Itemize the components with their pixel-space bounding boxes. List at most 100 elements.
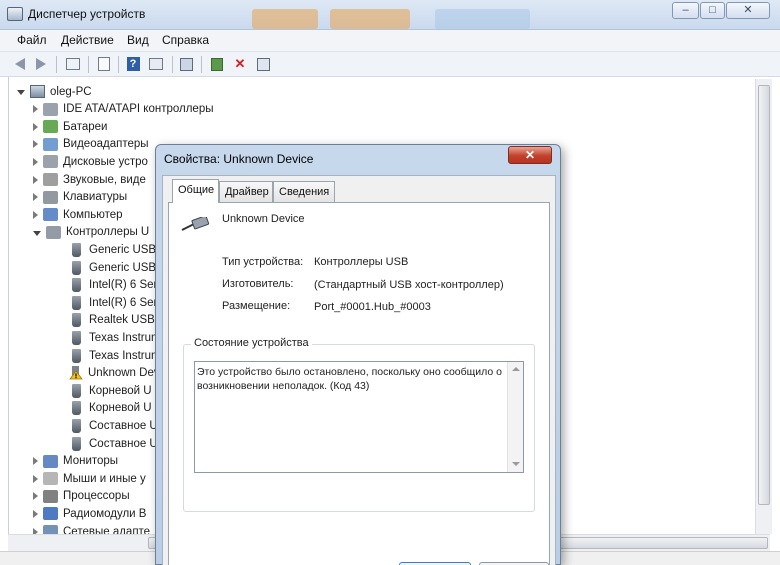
tab-general[interactable]: Общие bbox=[172, 179, 219, 203]
usb-device-icon bbox=[180, 215, 210, 233]
warning-icon bbox=[69, 366, 83, 380]
computer-icon bbox=[30, 85, 45, 98]
dialog-body: Общие Драйвер Сведения Unknown Device Ти… bbox=[162, 175, 556, 565]
tree-device[interactable]: Generic USB bbox=[69, 259, 156, 276]
tree-device[interactable]: Корневой U bbox=[69, 400, 152, 417]
tree-device[interactable]: Intel(R) 6 Seri bbox=[69, 277, 160, 294]
tree-device[interactable]: Unknown Dev bbox=[69, 365, 160, 382]
background-taskbar-blur bbox=[252, 9, 318, 29]
tree-category-label: Контроллеры U bbox=[66, 226, 150, 239]
back-arrow-icon[interactable] bbox=[12, 56, 28, 72]
device-name: Unknown Device bbox=[222, 213, 305, 225]
tree-category[interactable]: IDE ATA/ATAPI контроллеры bbox=[33, 101, 214, 118]
tree-device-label: Texas Instrum bbox=[89, 331, 161, 344]
tree-root[interactable]: oleg-PC bbox=[17, 83, 92, 100]
tab-driver[interactable]: Драйвер bbox=[219, 181, 273, 202]
tree-category[interactable]: Батареи bbox=[33, 118, 107, 135]
scroll-up-icon[interactable] bbox=[512, 367, 520, 371]
battery-icon bbox=[43, 120, 58, 134]
tree-category[interactable]: Радиомодули B bbox=[33, 505, 146, 522]
processor-icon bbox=[43, 489, 58, 503]
view-icon[interactable] bbox=[148, 56, 164, 72]
menu-view[interactable]: Вид bbox=[127, 33, 149, 47]
toolbar-separator bbox=[118, 56, 119, 73]
expand-arrow-icon[interactable] bbox=[33, 105, 38, 114]
uninstall-icon[interactable]: ✕ bbox=[232, 56, 248, 72]
expand-arrow-icon[interactable] bbox=[33, 210, 38, 219]
menu-action[interactable]: Действие bbox=[61, 33, 114, 47]
background-taskbar-blur-2 bbox=[330, 9, 410, 29]
tree-root-label: oleg-PC bbox=[50, 85, 92, 98]
tree-device[interactable]: Составное U bbox=[69, 435, 158, 452]
tree-device-label: Intel(R) 6 Seri bbox=[89, 296, 160, 309]
tree-device[interactable]: Realtek USB bbox=[69, 312, 155, 329]
show-hide-tree-icon[interactable] bbox=[65, 56, 81, 72]
disable-device-icon[interactable] bbox=[255, 56, 271, 72]
vertical-scroll-thumb[interactable] bbox=[758, 85, 770, 505]
tree-device[interactable]: Составное U bbox=[69, 417, 158, 434]
tree-category[interactable]: Дисковые устро bbox=[33, 153, 148, 170]
menu-help[interactable]: Справка bbox=[162, 33, 209, 47]
properties-dialog: Свойства: Unknown Device ✕ Общие Драйвер… bbox=[155, 144, 561, 565]
minimize-button[interactable]: – bbox=[672, 2, 699, 19]
scan-hardware-icon[interactable] bbox=[178, 56, 194, 72]
tree-category-label: IDE ATA/ATAPI контроллеры bbox=[63, 103, 214, 116]
tree-category-label: Мониторы bbox=[63, 455, 119, 468]
tree-device-label: Составное U bbox=[89, 419, 158, 432]
tree-category[interactable]: Мониторы bbox=[33, 453, 118, 470]
toolbar-separator bbox=[201, 56, 202, 73]
vertical-scrollbar[interactable] bbox=[755, 79, 772, 534]
expand-arrow-icon[interactable] bbox=[17, 90, 25, 95]
expand-arrow-icon[interactable] bbox=[33, 122, 38, 131]
tree-device[interactable]: Intel(R) 6 Seri bbox=[69, 294, 160, 311]
expand-arrow-icon[interactable] bbox=[33, 457, 38, 466]
tree-device[interactable]: Texas Instrum bbox=[69, 329, 161, 346]
usb-device-icon bbox=[72, 313, 81, 328]
device-type-value: Контроллеры USB bbox=[314, 256, 409, 268]
expand-arrow-icon[interactable] bbox=[33, 509, 38, 518]
tree-device-label: Корневой U bbox=[89, 402, 152, 415]
tree-category[interactable]: Компьютер bbox=[33, 206, 123, 223]
dialog-title: Свойства: Unknown Device bbox=[164, 152, 314, 166]
usb-device-icon bbox=[72, 348, 81, 363]
expand-arrow-icon[interactable] bbox=[33, 230, 41, 236]
expand-arrow-icon[interactable] bbox=[33, 175, 38, 184]
device-status-textbox[interactable]: Это устройство было остановлено, посколь… bbox=[194, 361, 524, 473]
tree-device[interactable]: Generic USB bbox=[69, 241, 156, 258]
tab-details[interactable]: Сведения bbox=[273, 181, 335, 202]
tree-category[interactable]: Клавиатуры bbox=[33, 189, 127, 206]
tree-category[interactable]: Видеоадаптеры bbox=[33, 136, 149, 153]
scroll-down-icon[interactable] bbox=[512, 462, 520, 466]
tree-category[interactable]: Звуковые, виде bbox=[33, 171, 146, 188]
expand-arrow-icon[interactable] bbox=[33, 474, 38, 483]
tree-device[interactable]: Texas Instrum bbox=[69, 347, 161, 364]
toolbar-separator bbox=[88, 56, 89, 73]
usb-device-icon bbox=[72, 383, 81, 398]
expand-arrow-icon[interactable] bbox=[33, 140, 38, 149]
forward-arrow-icon[interactable] bbox=[33, 56, 49, 72]
properties-sheet-icon[interactable] bbox=[96, 56, 112, 72]
expand-arrow-icon[interactable] bbox=[33, 157, 38, 166]
status-scrollbar[interactable] bbox=[507, 362, 523, 472]
maximize-button[interactable]: □ bbox=[700, 2, 725, 19]
close-button[interactable]: ✕ bbox=[726, 2, 770, 19]
dialog-close-button[interactable]: ✕ bbox=[508, 146, 552, 164]
tree-device-label: Texas Instrum bbox=[89, 349, 161, 362]
expand-arrow-icon[interactable] bbox=[33, 193, 38, 202]
manufacturer-value: (Стандартный USB хост-контроллер) bbox=[314, 279, 504, 291]
update-driver-icon[interactable] bbox=[209, 56, 225, 72]
tree-category-label: Мыши и иные у bbox=[63, 472, 146, 485]
tree-device[interactable]: Корневой U bbox=[69, 382, 152, 399]
tree-category-label: Дисковые устро bbox=[63, 155, 148, 168]
tree-category[interactable]: Мыши и иные у bbox=[33, 470, 146, 487]
menu-file[interactable]: Файл bbox=[17, 33, 47, 47]
sound-icon bbox=[43, 173, 58, 186]
tree-category-label: Компьютер bbox=[63, 208, 123, 221]
background-taskbar-blur-3 bbox=[435, 9, 530, 29]
help-icon[interactable]: ? bbox=[125, 56, 141, 72]
tree-category[interactable]: Процессоры bbox=[33, 488, 130, 505]
expand-arrow-icon[interactable] bbox=[33, 492, 38, 501]
tree-device-label: Realtek USB bbox=[89, 314, 155, 327]
tree-device-label: Generic USB bbox=[89, 243, 157, 256]
tree-category[interactable]: Контроллеры U bbox=[33, 224, 149, 241]
